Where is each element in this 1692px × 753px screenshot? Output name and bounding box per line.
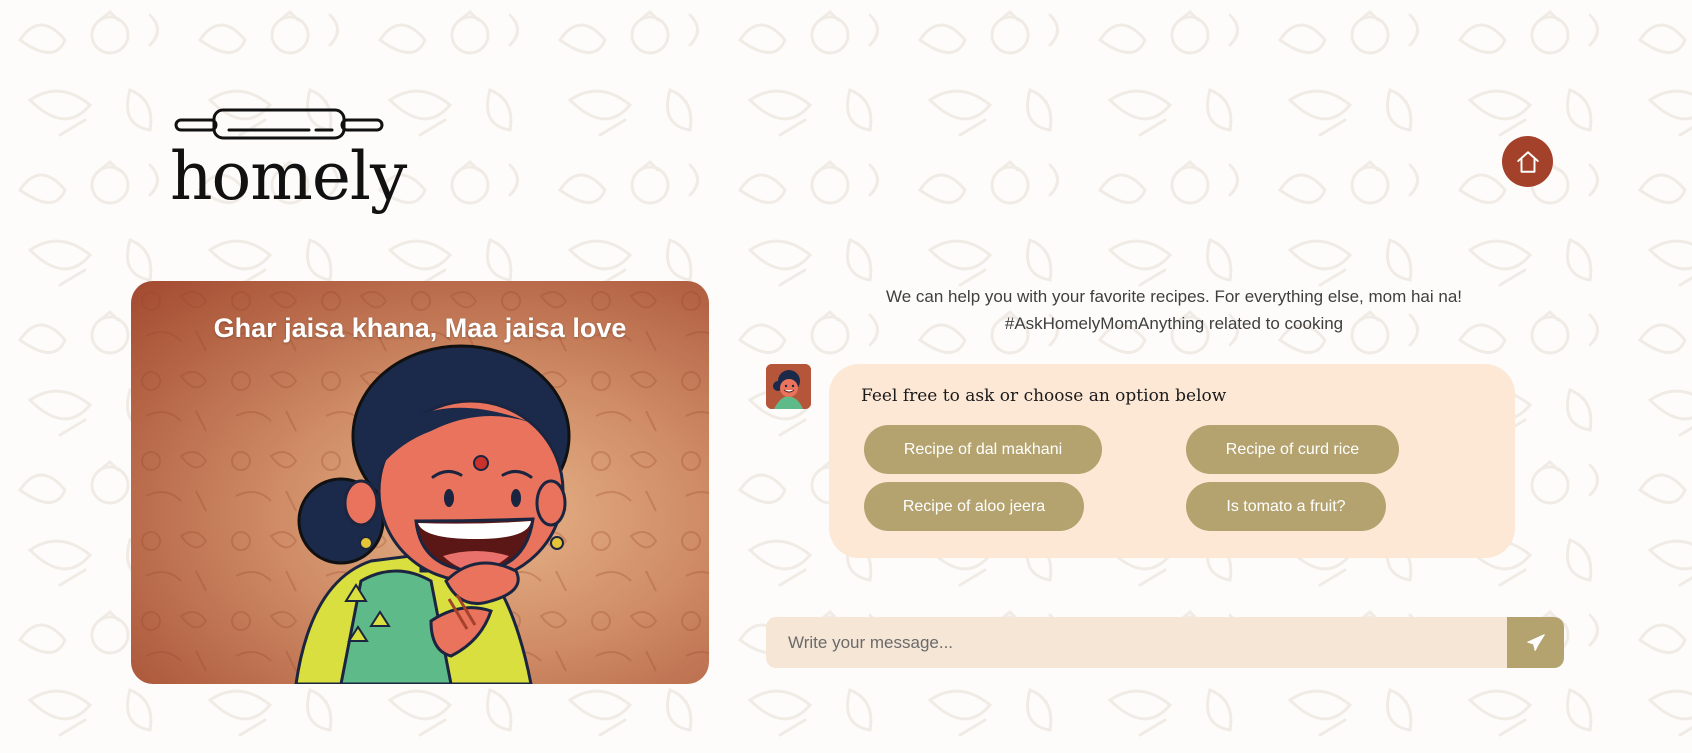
brand-name: homely xyxy=(170,138,407,215)
mom-avatar xyxy=(766,364,811,409)
send-button[interactable] xyxy=(1507,617,1564,668)
chat-intro: We can help you with your favorite recip… xyxy=(885,287,1463,333)
option-tomato-fruit-button[interactable]: Is tomato a fruit? xyxy=(1186,482,1386,531)
message-input[interactable] xyxy=(766,617,1507,668)
option-curd-rice-button[interactable]: Recipe of curd rice xyxy=(1186,425,1399,474)
avatar-icon xyxy=(766,364,811,409)
option-dal-makhani-button[interactable]: Recipe of dal makhani xyxy=(864,425,1102,474)
mom-illustration xyxy=(294,344,571,684)
hero-card: Ghar jaisa khana, Maa jaisa love xyxy=(131,281,709,684)
home-button[interactable] xyxy=(1502,136,1553,187)
home-icon xyxy=(1516,150,1539,173)
paper-plane-icon xyxy=(1526,633,1545,651)
chat-prompt: Feel free to ask or choose an option bel… xyxy=(861,386,1227,406)
option-aloo-jeera-button[interactable]: Recipe of aloo jeera xyxy=(864,482,1084,531)
chat-bubble: Feel free to ask or choose an option bel… xyxy=(829,364,1515,558)
message-composer xyxy=(766,617,1564,668)
page: homely Ghar jaisa khana, Maa jaisa love … xyxy=(0,0,1692,753)
brand-logo[interactable]: homely xyxy=(170,106,407,218)
rolling-pin-icon xyxy=(174,108,384,140)
